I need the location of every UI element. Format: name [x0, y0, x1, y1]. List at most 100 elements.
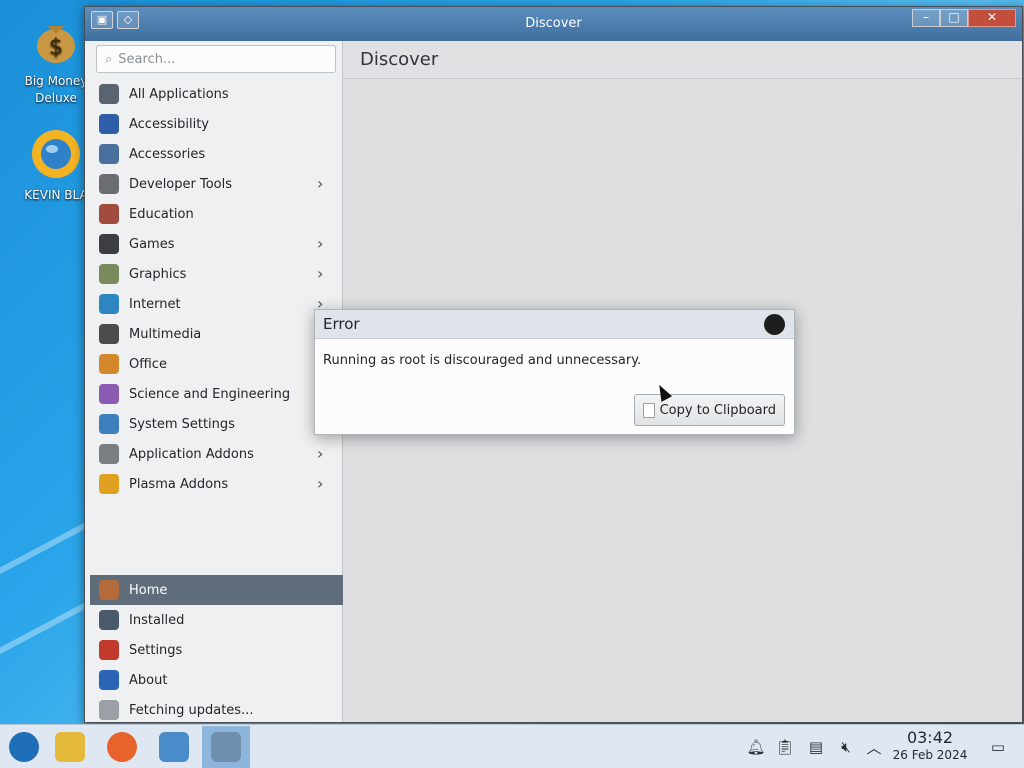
home-icon — [99, 580, 119, 600]
copy-to-clipboard-button[interactable]: Copy to Clipboard — [633, 394, 785, 426]
show-desktop-icon[interactable]: ▭ — [984, 725, 1012, 768]
discover-icon — [211, 732, 241, 762]
chevron-right-icon: › — [317, 264, 324, 283]
taskbar: 🔔︎ 📋︎ ▤ 🔇︎ ︿ 03:42 26 Feb 2024 ▭ — [0, 724, 1024, 768]
minimize-icon[interactable]: – — [912, 9, 940, 27]
search-placeholder: Search... — [118, 51, 176, 67]
sidebar-item-office[interactable]: Office — [90, 349, 343, 379]
sidebar-item-label: Graphics — [129, 266, 187, 282]
clock[interactable]: 03:42 26 Feb 2024 — [886, 729, 974, 763]
sun-globe-icon — [32, 130, 80, 178]
chevron-right-icon: › — [317, 474, 324, 493]
clipboard-icon[interactable]: 📋︎ — [771, 725, 799, 768]
search-icon: ⌕ — [105, 51, 113, 67]
svg-text:$: $ — [49, 35, 63, 60]
sidebar-item-education[interactable]: Education — [90, 199, 343, 229]
graphics-icon — [99, 264, 119, 284]
installed-icon — [99, 610, 119, 630]
sidebar-item-label: Science and Engineering — [129, 386, 291, 402]
close-icon[interactable]: ✕ — [968, 9, 1016, 27]
multimedia-icon — [99, 324, 119, 344]
chevron-right-icon: › — [317, 234, 324, 253]
sidebar-item-installed[interactable]: Installed — [90, 605, 343, 635]
taskbar-app[interactable] — [202, 726, 250, 768]
file-manager-icon — [55, 732, 85, 762]
sidebar-item-settings[interactable]: Settings — [90, 635, 343, 665]
notifications-icon[interactable]: 🔔︎ — [742, 725, 770, 768]
start-menu-icon — [9, 732, 39, 762]
sidebar-item-developer-tools[interactable]: Developer Tools › — [90, 169, 343, 199]
sidebar-item-system-settings[interactable]: System Settings — [90, 409, 343, 439]
navigation-list: Home Installed Settings About Fetching updat… — [90, 575, 343, 725]
firefox-icon — [107, 732, 137, 762]
search-input[interactable]: ⌕ Search... — [96, 45, 336, 73]
window-title: Discover — [525, 16, 582, 31]
sidebar-item-accessories[interactable]: Accessories — [90, 139, 343, 169]
plasma-addons-icon — [99, 474, 119, 494]
science-icon — [99, 384, 119, 404]
sidebar-item-label: Accessibility — [129, 116, 209, 132]
device-icon[interactable]: ▤ — [802, 725, 830, 768]
games-icon — [99, 234, 119, 254]
sidebar-item-label: All Applications — [129, 86, 229, 102]
error-dialog: Error Running as root is discouraged and… — [314, 309, 795, 435]
sidebar-item-label: Office — [129, 356, 167, 372]
page-title: Discover — [360, 49, 439, 70]
window-titlebar[interactable]: ▣ ◇ Discover – □ ✕ — [85, 7, 1022, 41]
sidebar-item-accessibility[interactable]: Accessibility — [90, 109, 343, 139]
sidebar-item-fetching-updates[interactable]: Fetching updates... — [90, 695, 343, 725]
sidebar-item-graphics[interactable]: Graphics › — [90, 259, 343, 289]
sidebar-item-label: Internet — [129, 296, 181, 312]
sidebar-item-label: Application Addons — [129, 446, 254, 462]
main-header: Discover — [343, 41, 1022, 79]
system-monitor-icon — [159, 732, 189, 762]
copy-to-clipboard-label: Copy to Clipboard — [659, 402, 776, 418]
volume-muted-icon[interactable]: 🔇︎ — [832, 725, 860, 768]
sidebar-item-label: Fetching updates... — [129, 702, 254, 718]
category-list: All Applications Accessibility Accessories… — [90, 79, 343, 499]
chevron-right-icon: › — [317, 444, 324, 463]
dialog-message: Running as root is discouraged and unnec… — [323, 353, 642, 368]
taskbar-app[interactable] — [150, 726, 198, 768]
sidebar-item-multimedia[interactable]: Multimedia — [90, 319, 343, 349]
sidebar-item-label: Installed — [129, 612, 185, 628]
sidebar-item-about[interactable]: About — [90, 665, 343, 695]
accessories-icon — [99, 144, 119, 164]
taskbar-app[interactable] — [0, 726, 48, 768]
education-icon — [99, 204, 119, 224]
taskbar-app[interactable] — [98, 726, 146, 768]
internet-icon — [99, 294, 119, 314]
dialog-close-button[interactable] — [764, 314, 785, 335]
maximize-icon[interactable]: □ — [940, 9, 968, 27]
clipboard-copy-icon — [642, 402, 655, 418]
chevron-right-icon: › — [317, 174, 324, 193]
accessibility-icon — [99, 114, 119, 134]
sidebar-item-all-applications[interactable]: All Applications — [90, 79, 343, 109]
dialog-title: Error — [323, 315, 360, 333]
sidebar-item-application-addons[interactable]: Application Addons › — [90, 439, 343, 469]
updates-icon — [99, 700, 119, 720]
sidebar-item-home[interactable]: Home — [90, 575, 343, 605]
system-settings-icon — [99, 414, 119, 434]
clock-time: 03:42 — [906, 728, 954, 747]
application-addons-icon — [99, 444, 119, 464]
sidebar-item-internet[interactable]: Internet › — [90, 289, 343, 319]
sidebar-item-label: Developer Tools — [129, 176, 233, 192]
sidebar-item-label: About — [129, 672, 168, 688]
settings-icon — [99, 640, 119, 660]
taskbar-app[interactable] — [46, 726, 94, 768]
clock-date: 26 Feb 2024 — [892, 748, 968, 762]
sidebar-item-label: Settings — [129, 642, 183, 658]
developer-tools-icon — [99, 174, 119, 194]
sidebar-item-label: Home — [129, 582, 168, 598]
sidebar-item-plasma-addons[interactable]: Plasma Addons › — [90, 469, 343, 499]
dialog-header: Error — [315, 310, 794, 339]
tray-expand-icon[interactable]: ︿ — [860, 725, 888, 768]
sidebar-item-label: Education — [129, 206, 194, 222]
sidebar-item-label: Games — [129, 236, 175, 252]
sidebar-item-science-and-engineering[interactable]: Science and Engineering — [90, 379, 343, 409]
sidebar-item-label: Accessories — [129, 146, 206, 162]
all-apps-icon — [99, 84, 119, 104]
sidebar-item-label: Multimedia — [129, 326, 202, 342]
sidebar-item-games[interactable]: Games › — [90, 229, 343, 259]
